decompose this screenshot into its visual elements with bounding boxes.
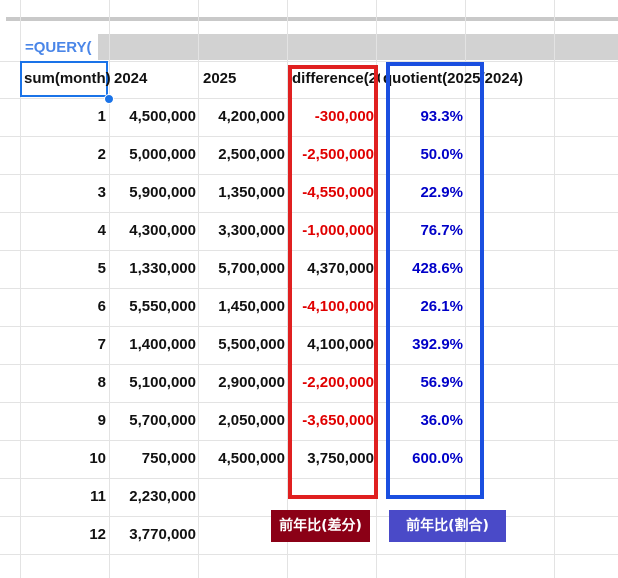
cell-y2024[interactable]: 5,700,000 bbox=[110, 402, 196, 439]
cell-y2025[interactable]: 1,450,000 bbox=[199, 288, 285, 325]
cell-month[interactable]: 9 bbox=[22, 402, 106, 439]
cell-y2024[interactable]: 5,550,000 bbox=[110, 288, 196, 325]
quotient-highlight-box bbox=[386, 62, 484, 499]
cell-y2024[interactable]: 5,900,000 bbox=[110, 174, 196, 211]
cell-month[interactable]: 8 bbox=[22, 364, 106, 401]
ratio-yoy-button[interactable]: 前年比(割合) bbox=[389, 510, 506, 542]
cell-y2024[interactable]: 750,000 bbox=[110, 440, 196, 477]
diff-yoy-button[interactable]: 前年比(差分) bbox=[271, 510, 370, 542]
cell-y2024[interactable]: 3,770,000 bbox=[110, 516, 196, 553]
cell-y2025[interactable]: 4,200,000 bbox=[199, 98, 285, 135]
cell-y2024[interactable]: 1,330,000 bbox=[110, 250, 196, 287]
cell-month[interactable]: 7 bbox=[22, 326, 106, 363]
header-2025[interactable]: 2025 bbox=[203, 68, 236, 90]
cell-y2025[interactable]: 2,500,000 bbox=[199, 136, 285, 173]
cell-y2024[interactable]: 2,230,000 bbox=[110, 478, 196, 515]
cell-y2025[interactable]: 2,900,000 bbox=[199, 364, 285, 401]
cell-y2025[interactable]: 3,300,000 bbox=[199, 212, 285, 249]
cell-month[interactable]: 4 bbox=[22, 212, 106, 249]
cell-month[interactable]: 10 bbox=[22, 440, 106, 477]
cell-month[interactable]: 6 bbox=[22, 288, 106, 325]
header-sum-month[interactable]: sum(month) bbox=[24, 68, 110, 90]
cell-y2024[interactable]: 4,500,000 bbox=[110, 98, 196, 135]
cell-y2024[interactable]: 4,300,000 bbox=[110, 212, 196, 249]
cell-y2025[interactable]: 1,350,000 bbox=[199, 174, 285, 211]
cell-month[interactable]: 11 bbox=[22, 478, 106, 515]
cell-y2024[interactable]: 5,000,000 bbox=[110, 136, 196, 173]
difference-highlight-box bbox=[288, 65, 378, 499]
grid-row-line bbox=[0, 554, 618, 555]
cell-month[interactable]: 12 bbox=[22, 516, 106, 553]
cell-y2025[interactable]: 2,050,000 bbox=[199, 402, 285, 439]
cell-y2025[interactable]: 4,500,000 bbox=[199, 440, 285, 477]
cell-month[interactable]: 2 bbox=[22, 136, 106, 173]
cell-month[interactable]: 5 bbox=[22, 250, 106, 287]
cell-y2025[interactable]: 5,700,000 bbox=[199, 250, 285, 287]
grid-column-line bbox=[554, 0, 555, 578]
cell-y2024[interactable]: 5,100,000 bbox=[110, 364, 196, 401]
cell-month[interactable]: 1 bbox=[22, 98, 106, 135]
cell-y2025[interactable]: 5,500,000 bbox=[199, 326, 285, 363]
cell-y2024[interactable]: 1,400,000 bbox=[110, 326, 196, 363]
header-2024[interactable]: 2024 bbox=[114, 68, 147, 90]
cell-month[interactable]: 3 bbox=[22, 174, 106, 211]
